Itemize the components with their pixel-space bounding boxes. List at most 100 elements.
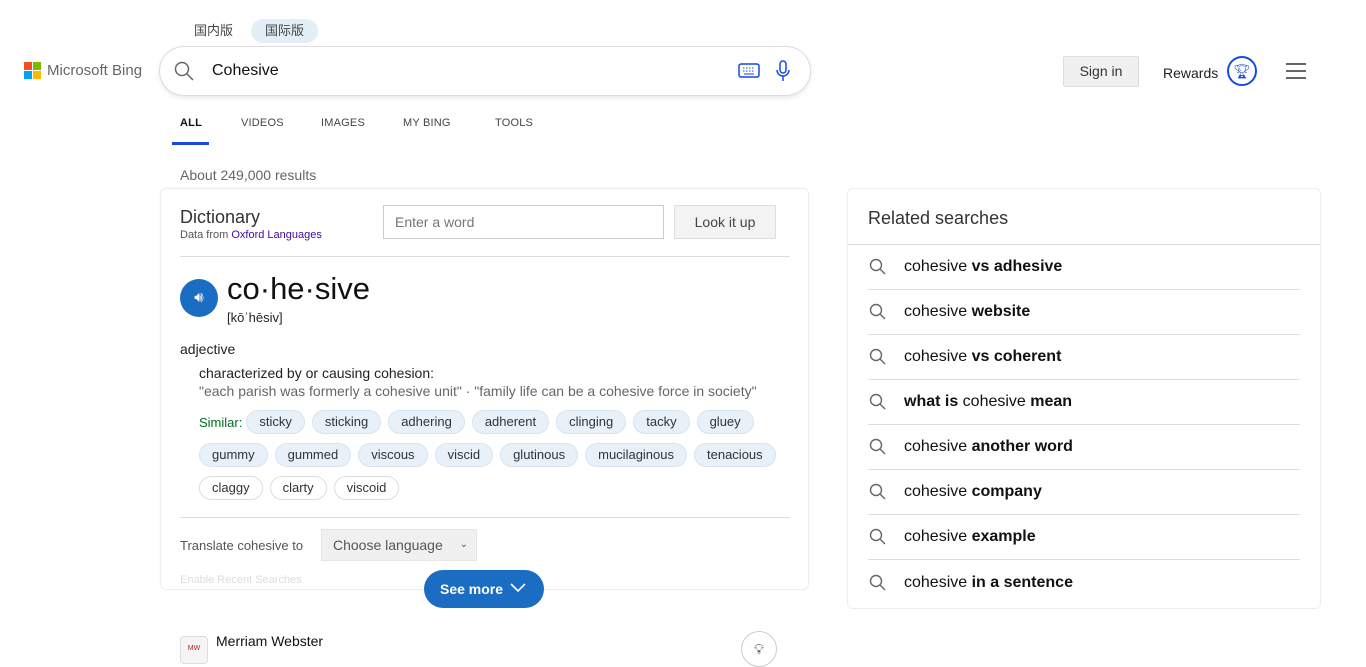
examples: "each parish was formerly a cohesive uni… — [199, 383, 757, 399]
merriam-webster-icon: MW — [180, 636, 208, 664]
see-more-label: See more — [440, 581, 504, 597]
related-search-text: cohesive company — [904, 483, 1042, 501]
speaker-icon[interactable]: 🔊︎ — [180, 279, 218, 317]
faded-text: Enable Recent Searches — [180, 574, 302, 586]
related-search-text: cohesive in a sentence — [904, 574, 1073, 592]
headword: co·he·sive — [227, 271, 370, 306]
translate-label: Translate cohesive to — [180, 538, 304, 553]
logo-text: Microsoft Bing — [47, 62, 143, 79]
rewards-link[interactable]: Rewards — [1163, 65, 1218, 81]
similar-label: Similar: — [199, 414, 243, 430]
related-search-item[interactable]: cohesive vs adhesive — [868, 245, 1300, 290]
keyboard-icon[interactable] — [738, 63, 760, 79]
related-search-item[interactable]: cohesive in a sentence — [868, 560, 1300, 605]
related-search-part: cohesive — [904, 483, 972, 500]
definition: characterized by or causing cohesion: — [199, 365, 435, 381]
search-input[interactable]: Cohesive — [212, 62, 738, 80]
similar-words: Similar: sticky sticking adhering adherent c… — [199, 410, 779, 500]
lightbulb-icon[interactable]: 💡︎ — [741, 631, 777, 667]
result-title[interactable]: Merriam Webster — [216, 633, 323, 649]
oxford-languages-link[interactable]: Oxford Languages — [231, 229, 322, 241]
see-more-button[interactable]: See more — [424, 570, 544, 608]
similar-word-chip[interactable]: adherent — [471, 410, 550, 434]
word-input[interactable] — [383, 205, 664, 239]
search-box[interactable]: Cohesive — [160, 47, 810, 95]
related-search-part: example — [971, 528, 1036, 545]
microphone-icon[interactable] — [776, 60, 790, 82]
related-search-part: mean — [1030, 393, 1073, 410]
related-search-item[interactable]: cohesive company — [868, 470, 1300, 515]
pronunciation: [kōˈhēsiv] — [227, 310, 283, 325]
trophy-icon[interactable]: 🏆︎ — [1227, 56, 1257, 86]
tab-videos[interactable]: VIDEOS — [241, 117, 284, 129]
similar-word-chip[interactable]: tenacious — [694, 443, 776, 467]
related-search-part: cohesive — [904, 438, 972, 455]
related-search-text: cohesive vs coherent — [904, 348, 1061, 366]
bing-logo[interactable]: Microsoft Bing — [24, 62, 142, 79]
related-search-part: cohesive — [958, 393, 1031, 410]
similar-word-chip[interactable]: claggy — [199, 476, 263, 500]
similar-word-chip[interactable]: sticky — [246, 410, 305, 434]
similar-word-chip[interactable]: viscid — [434, 443, 494, 467]
similar-word-chip[interactable]: clarty — [269, 476, 327, 500]
related-search-part: website — [971, 303, 1031, 320]
search-icon — [869, 574, 886, 590]
similar-word-chip[interactable]: clinging — [556, 410, 627, 434]
search-icon — [869, 393, 886, 410]
search-icon[interactable] — [174, 61, 194, 81]
related-search-part: vs coherent — [971, 348, 1062, 365]
search-icon — [869, 528, 886, 545]
similar-word-chip[interactable]: mucilaginous — [585, 443, 687, 467]
region-tab-domestic[interactable]: 国内版 — [180, 19, 247, 43]
dictionary-title: Dictionary — [180, 207, 261, 227]
similar-word-chip[interactable]: gluey — [696, 410, 754, 434]
similar-word-chip[interactable]: adhering — [388, 410, 465, 434]
related-search-text: what is cohesive mean — [904, 393, 1072, 411]
related-search-part: another word — [971, 438, 1073, 455]
search-icon — [869, 258, 886, 275]
look-it-up-button[interactable]: Look it up — [674, 205, 776, 239]
active-tab-indicator — [172, 142, 209, 145]
related-search-item[interactable]: cohesive example — [868, 515, 1300, 560]
search-icon — [869, 483, 886, 500]
similar-word-chip[interactable]: viscous — [358, 443, 428, 467]
related-search-part: cohesive — [904, 528, 972, 545]
related-search-part: cohesive — [904, 258, 972, 275]
related-search-item[interactable]: cohesive another word — [868, 425, 1300, 470]
region-tab-international[interactable]: 国际版 — [251, 19, 319, 43]
microsoft-logo-icon — [24, 62, 41, 79]
related-search-part: vs adhesive — [971, 258, 1063, 275]
related-search-item[interactable]: cohesive website — [868, 290, 1300, 335]
related-search-text: cohesive vs adhesive — [904, 258, 1062, 276]
related-search-item[interactable]: what is cohesive mean — [868, 380, 1300, 425]
divider — [180, 256, 790, 257]
language-select[interactable]: Choose language ⌄ — [321, 529, 477, 561]
part-of-speech: adjective — [180, 341, 236, 357]
results-count: About 249,000 results — [180, 167, 317, 183]
similar-word-chip[interactable]: viscoid — [333, 476, 400, 500]
related-searches-title: Related searches — [868, 208, 1009, 228]
similar-word-chip[interactable]: sticking — [311, 410, 382, 434]
related-search-item[interactable]: cohesive vs coherent — [868, 335, 1300, 380]
similar-word-chip[interactable]: gummy — [199, 443, 268, 467]
tab-tools[interactable]: TOOLS — [495, 117, 533, 129]
similar-word-chip[interactable]: gummed — [274, 443, 352, 467]
menu-icon[interactable] — [1286, 63, 1306, 84]
related-search-part: company — [971, 483, 1042, 500]
related-search-part: cohesive — [904, 348, 972, 365]
chevron-down-icon — [510, 583, 526, 593]
related-search-part: in a sentence — [971, 573, 1073, 591]
tab-my-bing[interactable]: MY BING — [403, 117, 451, 129]
dictionary-source: Data from Oxford Languages — [180, 229, 322, 241]
related-searches-panel: Related searches cohesive vs adhesive coh… — [847, 188, 1321, 609]
sign-in-button[interactable]: Sign in — [1063, 56, 1139, 87]
similar-word-chip[interactable]: glutinous — [500, 443, 579, 467]
tab-images[interactable]: IMAGES — [321, 117, 365, 129]
source-prefix: Data from — [180, 229, 232, 241]
similar-word-chip[interactable]: tacky — [633, 410, 690, 434]
tab-all[interactable]: ALL — [180, 117, 202, 129]
language-select-value: Choose language — [333, 537, 443, 553]
related-search-text: cohesive another word — [904, 438, 1073, 456]
related-search-part: cohesive — [904, 573, 972, 591]
related-search-text: cohesive example — [904, 528, 1036, 546]
